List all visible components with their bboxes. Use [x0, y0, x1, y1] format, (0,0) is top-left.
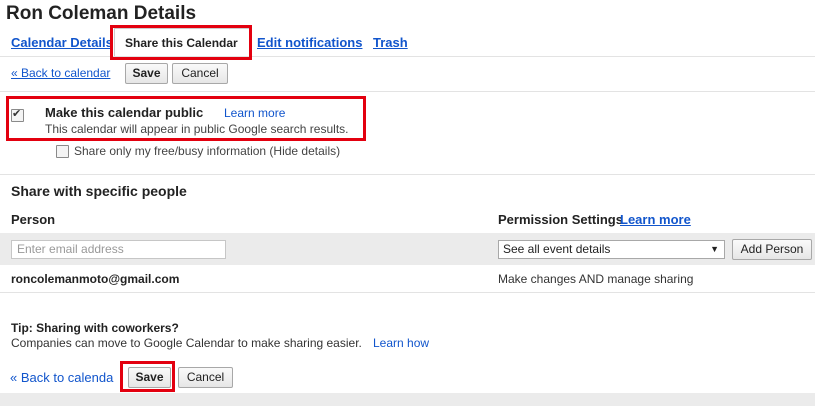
tip-heading: Tip: Sharing with coworkers?	[11, 321, 179, 335]
tab-calendar-details[interactable]: Calendar Details	[11, 35, 113, 50]
tab-share-this-calendar-label: Share this Calendar	[125, 36, 238, 50]
freebusy-label[interactable]: Share only my free/busy information (Hid…	[74, 144, 340, 158]
bottom-save-button[interactable]: Save	[128, 367, 171, 388]
back-to-calendar-link[interactable]: « Back to calendar	[11, 66, 110, 80]
page-title: Ron Coleman Details	[6, 3, 197, 24]
dropdown-arrow-icon: ▼	[710, 244, 719, 254]
tab-trash[interactable]: Trash	[373, 35, 408, 50]
email-input[interactable]: Enter email address	[11, 240, 226, 259]
tip-text: Companies can move to Google Calendar to…	[11, 336, 362, 350]
make-public-description: This calendar will appear in public Goog…	[45, 122, 349, 136]
tab-bar: Calendar Details Share this Calendar Edi…	[0, 28, 815, 59]
table-row-person: roncolemanmoto@gmail.com	[11, 272, 180, 286]
make-public-label: Make this calendar public	[45, 105, 204, 120]
table-row-permission: Make changes AND manage sharing	[498, 272, 694, 286]
bottom-cancel-button[interactable]: Cancel	[178, 367, 233, 388]
permission-select-value: See all event details	[503, 242, 611, 256]
bottom-back-to-calendar-link[interactable]: « Back to calenda	[10, 370, 113, 385]
footer-bar	[0, 393, 815, 406]
section-divider	[0, 91, 815, 92]
public-learn-more-link[interactable]: Learn more	[224, 106, 285, 120]
freebusy-checkbox[interactable]	[56, 145, 69, 158]
tab-divider	[0, 56, 815, 57]
person-column-header: Person	[11, 212, 56, 227]
cancel-button[interactable]: Cancel	[172, 63, 228, 84]
permission-learn-more-link[interactable]: Learn more	[620, 212, 691, 227]
add-person-button[interactable]: Add Person	[732, 239, 812, 260]
tip-learn-how-link[interactable]: Learn how	[373, 336, 429, 350]
tab-edit-notifications[interactable]: Edit notifications	[257, 35, 362, 50]
section-divider	[0, 292, 815, 293]
tab-share-this-calendar[interactable]: Share this Calendar	[114, 28, 250, 59]
make-public-checkbox[interactable]	[11, 107, 24, 122]
permission-select[interactable]: See all event details ▼	[498, 240, 725, 259]
permission-column-header: Permission Settings	[498, 212, 623, 227]
specific-people-heading: Share with specific people	[11, 183, 187, 199]
save-button[interactable]: Save	[125, 63, 168, 84]
section-divider	[0, 174, 815, 175]
